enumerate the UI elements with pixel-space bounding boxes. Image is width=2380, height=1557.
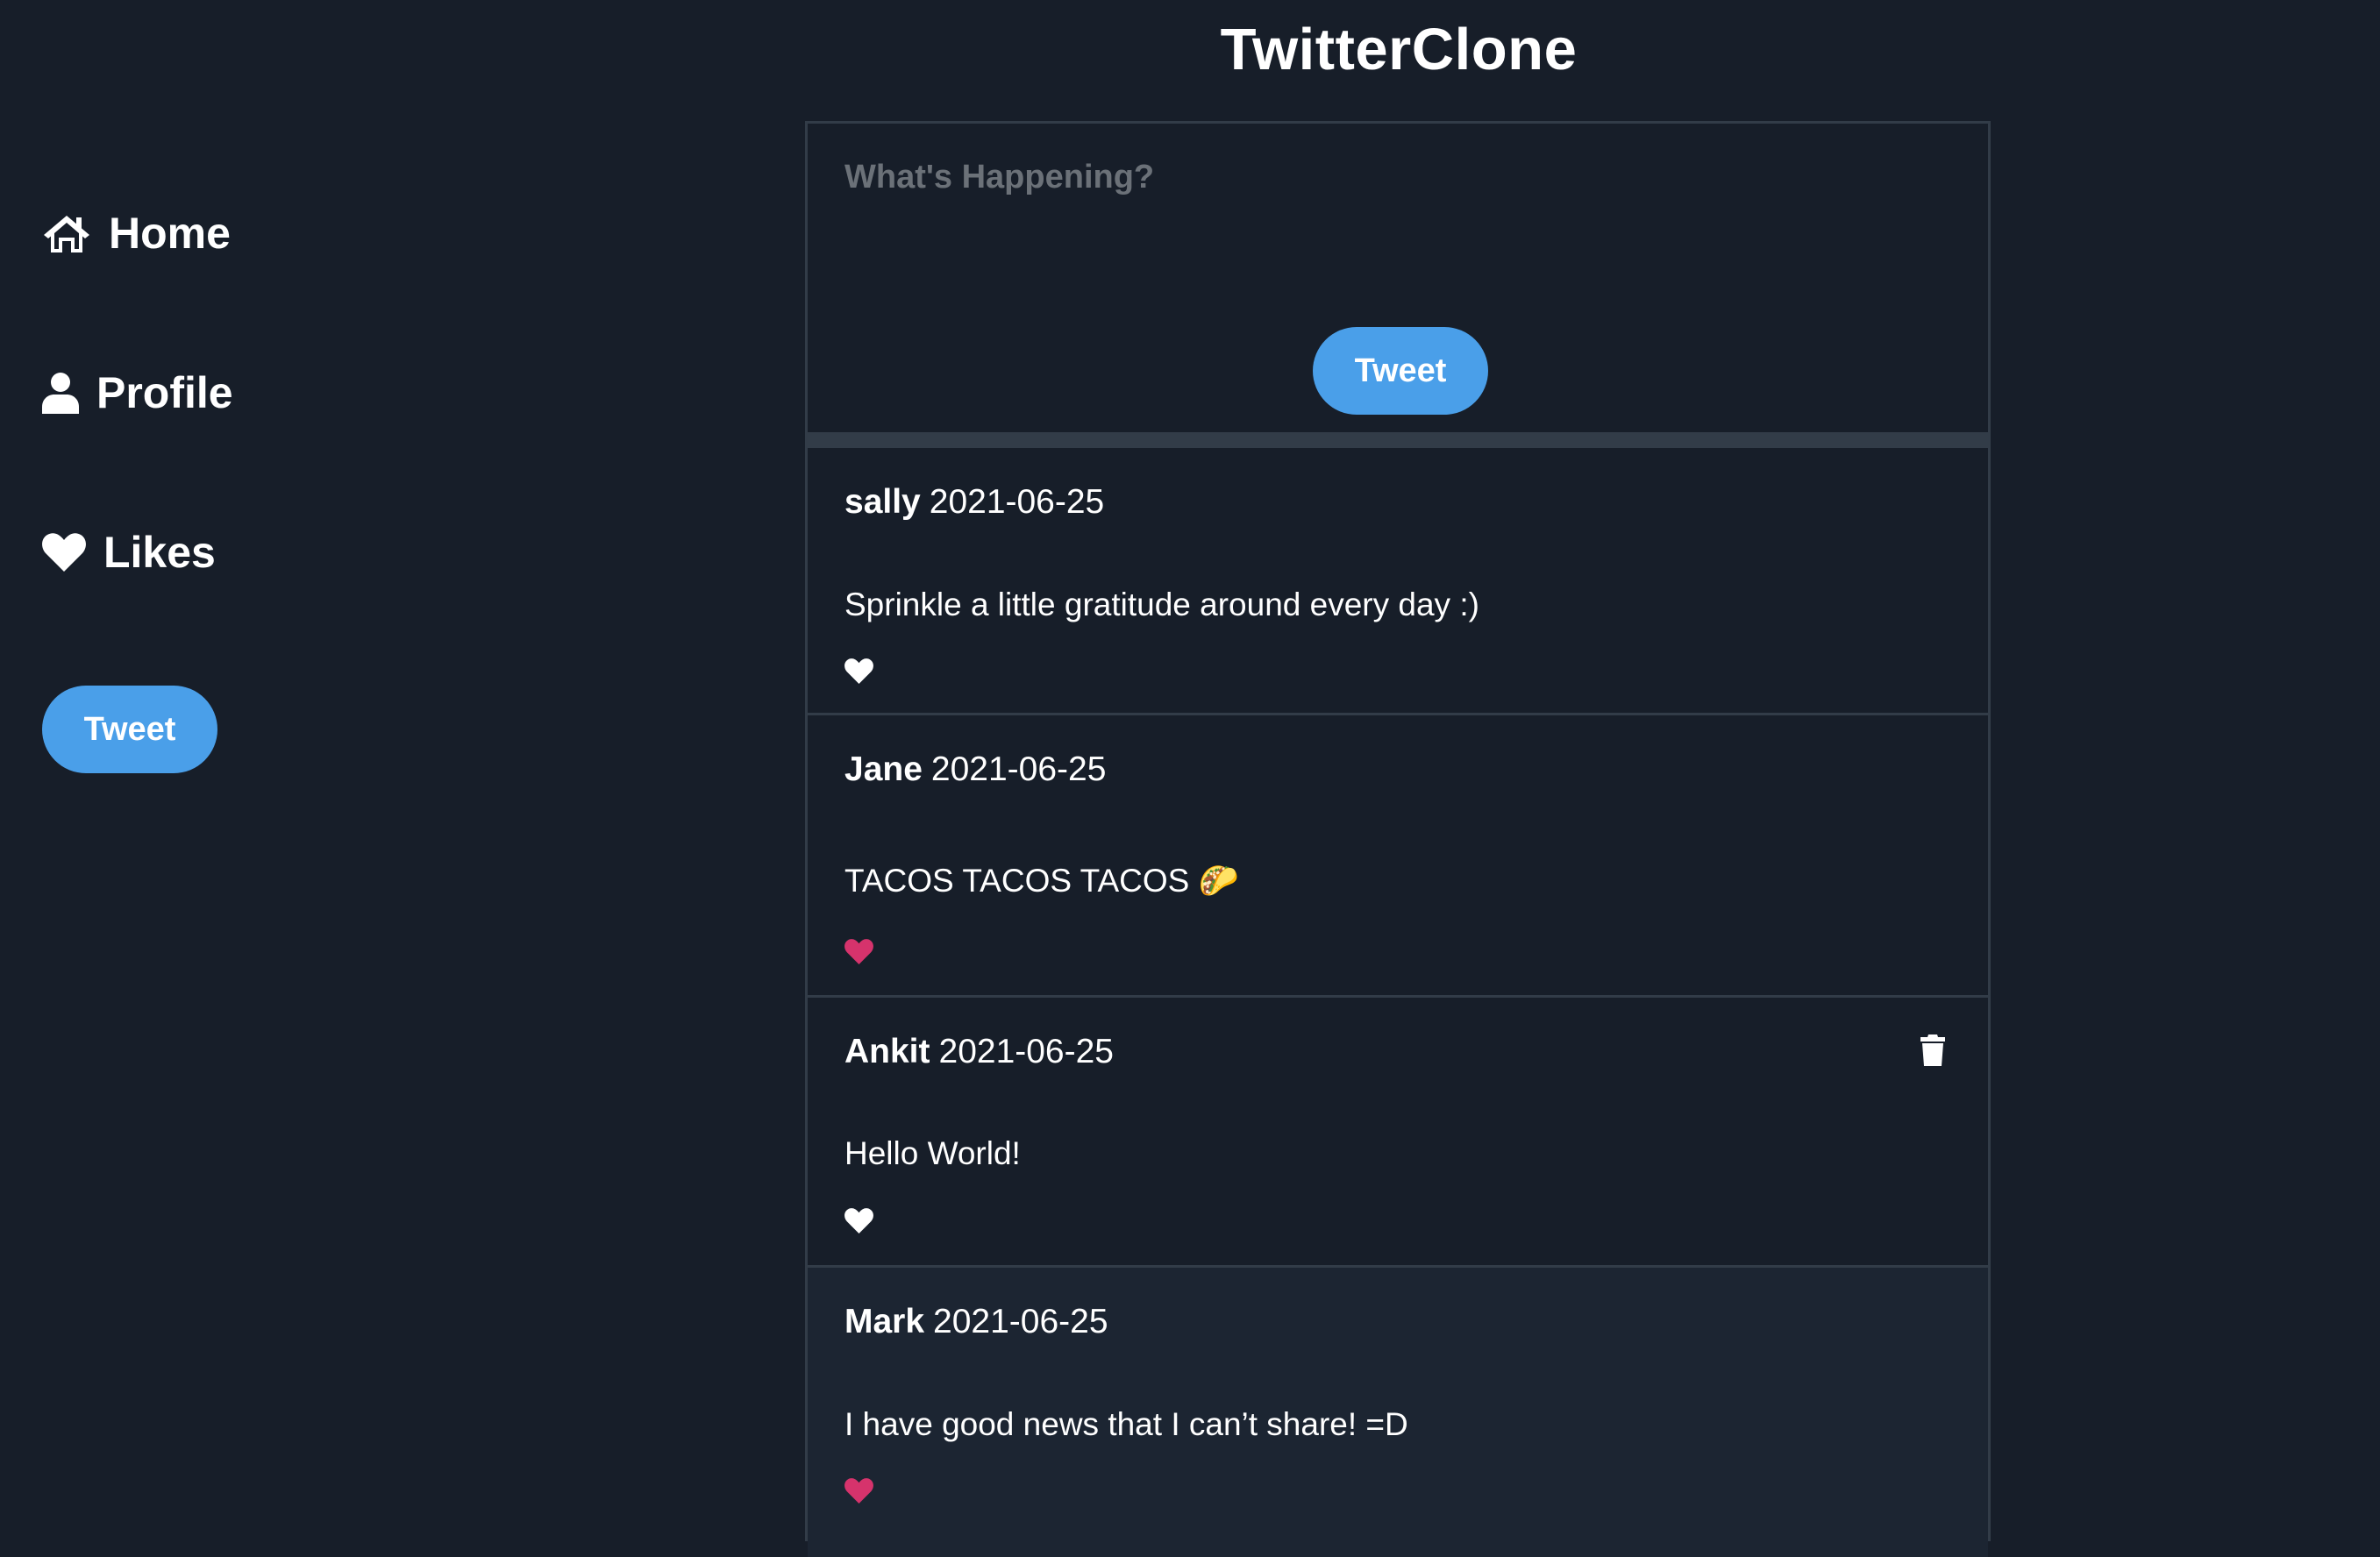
trash-icon: [1920, 1034, 1945, 1066]
sidebar-item-label: Home: [109, 209, 231, 258]
tweet-header: Ankit 2021-06-25: [844, 1033, 1114, 1071]
tweet-header: Mark 2021-06-25: [844, 1303, 1108, 1341]
tweet-item: sally 2021-06-25 Sprinkle a little gratit…: [808, 448, 1988, 715]
sidebar-item-label: Likes: [103, 528, 216, 577]
sidebar-item-home[interactable]: Home: [42, 202, 233, 265]
tweet-text: I have good news that I can’t share! =D: [844, 1406, 1408, 1442]
tweet-text: Sprinkle a little gratitude around every…: [844, 587, 1479, 622]
like-button[interactable]: [844, 1478, 873, 1504]
sidebar-tweet-button[interactable]: Tweet: [42, 686, 217, 773]
like-button[interactable]: [844, 658, 873, 684]
tweet-date: 2021-06-25: [933, 1303, 1108, 1340]
tweet-composer: Tweet: [808, 124, 1988, 448]
heart-filled-icon: [844, 1478, 873, 1504]
sidebar-item-label: Profile: [96, 368, 233, 417]
heart-filled-icon: [844, 939, 873, 964]
tweet-date: 2021-06-25: [929, 483, 1105, 521]
like-button[interactable]: [844, 1208, 873, 1234]
user-icon: [42, 372, 79, 414]
app-title: TwitterClone: [1220, 17, 1578, 82]
tweet-item: Jane 2021-06-25 TACOS TACOS TACOS 🌮: [808, 715, 1988, 998]
tweet-input[interactable]: [843, 157, 1951, 292]
tweet-author[interactable]: Jane: [844, 750, 923, 788]
sidebar: Home Profile Likes: [42, 202, 233, 680]
heart-outline-icon: [844, 1208, 873, 1234]
tweet-header: sally 2021-06-25: [844, 483, 1104, 522]
tweet-date: 2021-06-25: [930, 750, 1107, 788]
heart-icon: [42, 533, 86, 572]
tweet-date: 2021-06-25: [938, 1033, 1115, 1070]
tweet-item: Ankit 2021-06-25 Hello World!: [808, 998, 1988, 1268]
tweet-author[interactable]: Ankit: [844, 1033, 930, 1070]
composer-tweet-button[interactable]: Tweet: [1313, 327, 1488, 415]
tweet-text: Hello World!: [844, 1135, 1021, 1171]
tweet-header: Jane 2021-06-25: [844, 750, 1106, 789]
tweet-text: TACOS TACOS TACOS 🌮: [844, 863, 1239, 899]
heart-outline-icon: [844, 658, 873, 684]
like-button[interactable]: [844, 939, 873, 964]
sidebar-item-likes[interactable]: Likes: [42, 521, 233, 584]
tweet-item: Mark 2021-06-25 I have good news that I c…: [808, 1268, 1988, 1557]
delete-tweet-button[interactable]: [1920, 1034, 1946, 1066]
tweet-author[interactable]: sally: [844, 483, 921, 521]
tweet-feed: Tweet sally2021-06-25 Sprinkle a little …: [805, 121, 1991, 1557]
sidebar-item-profile[interactable]: Profile: [42, 361, 233, 424]
home-icon: [42, 212, 91, 254]
tweet-author[interactable]: Mark: [844, 1303, 924, 1340]
